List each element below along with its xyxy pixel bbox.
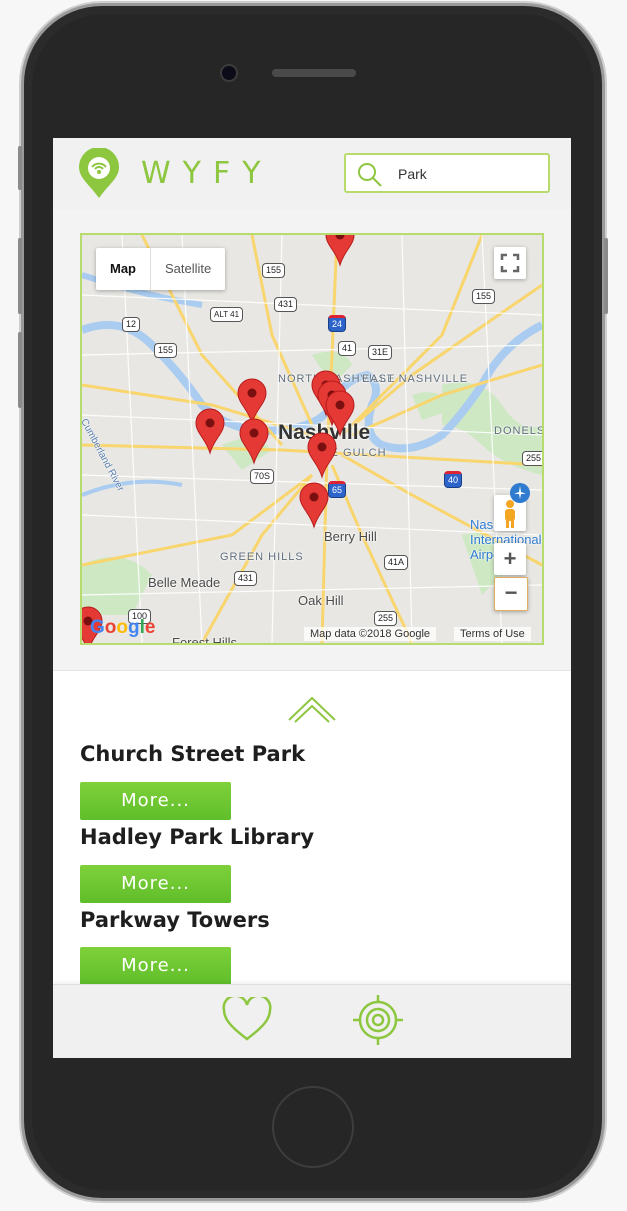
map-card: NORTH NASHVILLE EAST NASHVILLE Nashville… — [53, 210, 571, 671]
fullscreen-button[interactable] — [494, 247, 526, 279]
app-screen: WYFY Park NORTH NASHVILLE EAST NASHVILLE… — [53, 138, 571, 1058]
location-pin-logo-icon — [79, 147, 119, 198]
fullscreen-icon — [500, 253, 520, 273]
front-camera — [222, 66, 236, 80]
terms-of-use-link[interactable]: Terms of Use — [454, 627, 531, 641]
home-button[interactable] — [272, 1086, 354, 1168]
volume-down-button — [18, 332, 22, 408]
result-title: Church Street Park — [80, 742, 306, 766]
map-pin[interactable] — [237, 378, 267, 424]
power-button — [604, 238, 608, 314]
heart-icon[interactable] — [221, 997, 273, 1043]
map-type-map-button[interactable]: Map — [96, 248, 151, 290]
result-title: Parkway Towers — [80, 908, 270, 932]
map-type-toggle: Map Satellite — [96, 248, 226, 290]
map-pin[interactable] — [325, 390, 355, 436]
zoom-in-button[interactable]: + — [494, 543, 526, 575]
more-button[interactable]: More... — [80, 782, 231, 820]
more-button[interactable]: More... — [80, 947, 231, 985]
mute-switch — [18, 146, 22, 190]
speaker-grille — [272, 69, 356, 77]
target-icon[interactable] — [351, 993, 405, 1047]
map-attribution: Map data ©2018 Google — [304, 627, 437, 641]
airport-icon — [510, 483, 530, 503]
map-pin[interactable] — [239, 418, 269, 464]
map-pin[interactable] — [325, 235, 355, 266]
search-icon — [358, 163, 382, 187]
volume-up-button — [18, 238, 22, 314]
logo[interactable]: WYFY — [73, 147, 261, 200]
search-field[interactable]: Park — [344, 153, 550, 193]
result-title: Hadley Park Library — [80, 825, 315, 849]
app-header: WYFY Park — [53, 138, 571, 211]
zoom-out-button[interactable]: − — [494, 577, 528, 611]
map-type-satellite-button[interactable]: Satellite — [151, 248, 225, 290]
map-pin[interactable] — [299, 482, 329, 528]
more-button[interactable]: More... — [80, 865, 231, 903]
map-view[interactable]: NORTH NASHVILLE EAST NASHVILLE Nashville… — [80, 233, 544, 645]
bottom-nav — [53, 984, 571, 1058]
google-logo: Google — [90, 617, 156, 638]
map-pin[interactable] — [195, 408, 225, 454]
chevron-up-icon[interactable] — [286, 694, 338, 724]
search-input[interactable]: Park — [398, 166, 427, 182]
logo-text: WYFY — [141, 156, 273, 191]
map-pins-layer — [82, 235, 355, 643]
map-pin[interactable] — [307, 432, 337, 478]
